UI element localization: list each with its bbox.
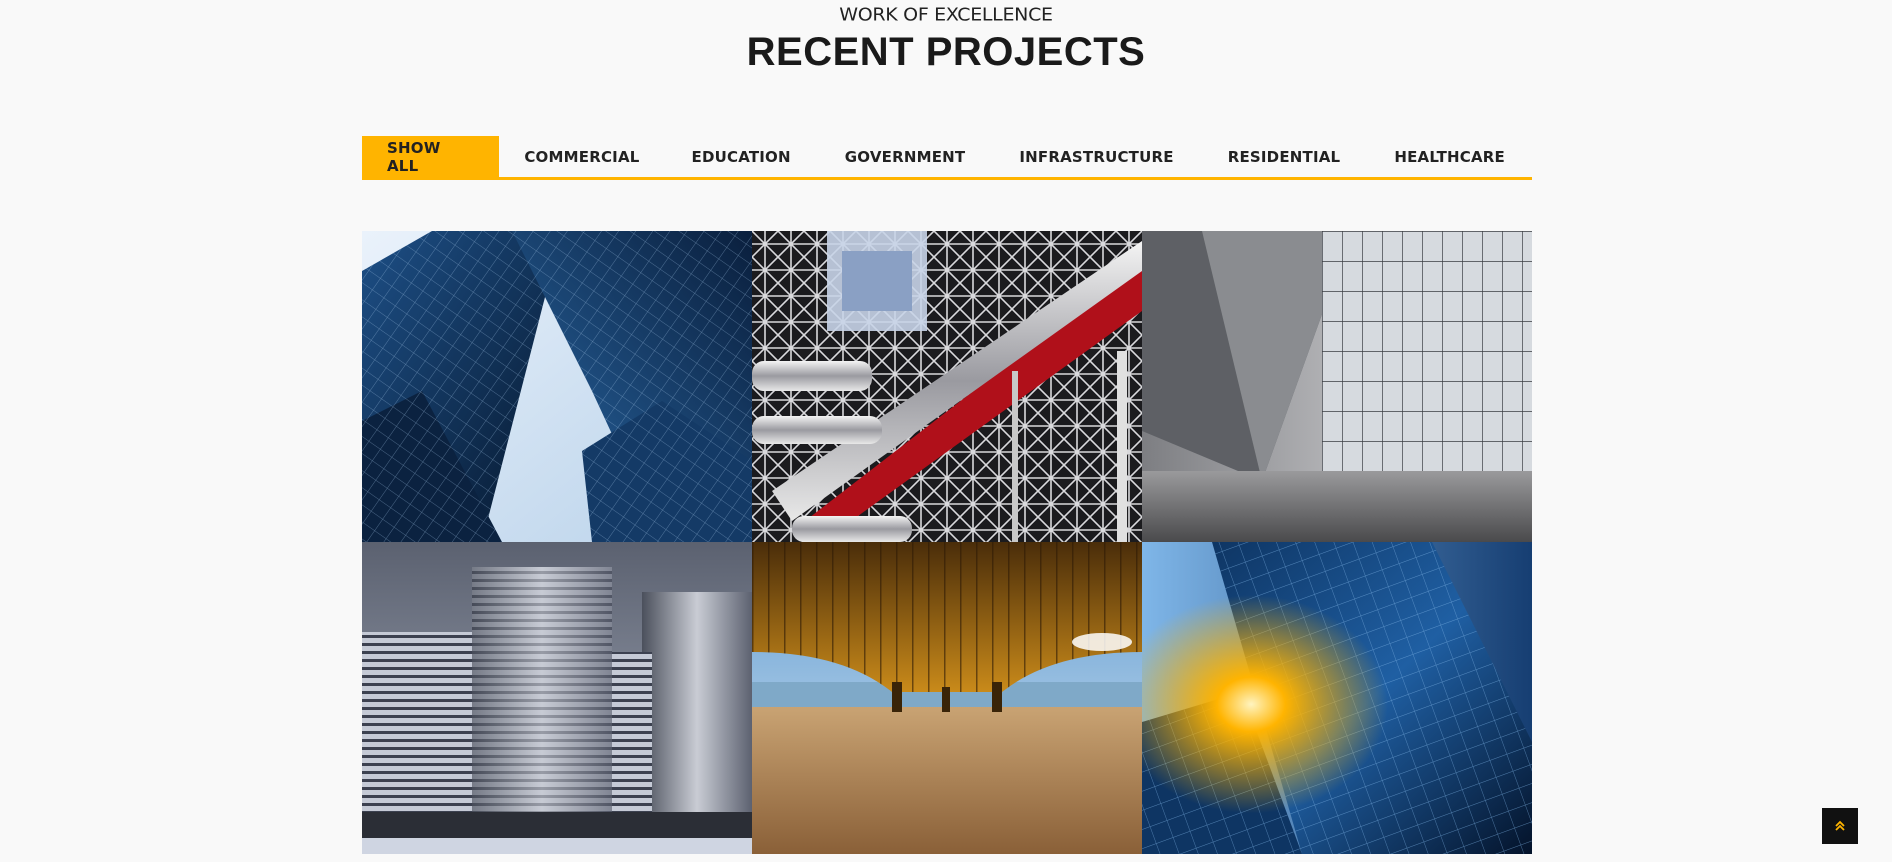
- project-image-blue-glass-tower: [1142, 542, 1532, 854]
- filter-tab-education[interactable]: EDUCATION: [665, 136, 818, 177]
- project-tile[interactable]: [752, 231, 1142, 542]
- project-tile[interactable]: [362, 231, 752, 542]
- section-subtitle: WORK OF EXCELLENCE: [839, 4, 1053, 26]
- section-title: RECENT PROJECTS: [746, 30, 1146, 74]
- project-tile[interactable]: [1142, 542, 1532, 854]
- double-chevron-up-icon: [1835, 820, 1845, 831]
- project-tile[interactable]: [1142, 231, 1532, 542]
- project-image-glass-towers: [362, 231, 752, 542]
- filter-tab-healthcare[interactable]: HEALTHCARE: [1367, 136, 1532, 177]
- filter-tab-show-all[interactable]: SHOW ALL: [362, 136, 500, 177]
- project-image-city-buildings: [362, 542, 752, 854]
- project-image-industrial-escalator: [752, 231, 1142, 542]
- project-image-pier-beach: [752, 542, 1142, 854]
- project-filter-bar: SHOW ALL COMMERCIAL EDUCATION GOVERNMENT…: [362, 136, 1532, 180]
- project-image-modern-canopy: [1142, 231, 1532, 542]
- filter-tab-commercial[interactable]: COMMERCIAL: [499, 136, 664, 177]
- project-tile[interactable]: [752, 542, 1142, 854]
- project-tile[interactable]: [362, 542, 752, 854]
- page: WORK OF EXCELLENCE RECENT PROJECTS SHOW …: [0, 0, 1892, 862]
- filter-tab-residential[interactable]: RESIDENTIAL: [1201, 136, 1368, 177]
- project-gallery: [362, 231, 1532, 854]
- filter-tab-infrastructure[interactable]: INFRASTRUCTURE: [992, 136, 1200, 177]
- back-to-top-button[interactable]: [1822, 808, 1858, 844]
- filter-tab-government[interactable]: GOVERNMENT: [818, 136, 993, 177]
